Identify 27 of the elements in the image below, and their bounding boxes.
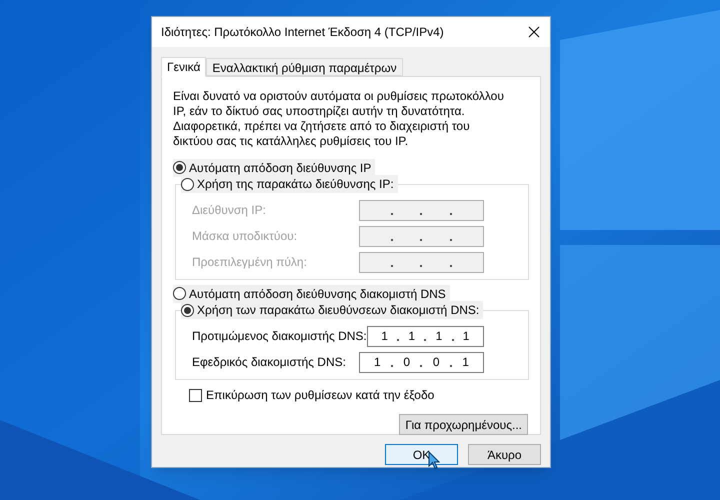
window-title: Ιδιότητες: Πρωτόκολλο Internet Έκδοση 4 (TCP/IPv4)	[161, 24, 444, 41]
radio-label: Χρήση της παρακάτω διεύθυνσης IP:	[197, 176, 394, 193]
field-label: Μάσκα υποδικτύου:	[192, 228, 298, 245]
checkbox-label: Επικύρωση των ρυθμίσεων κατά την έξοδο	[206, 387, 434, 404]
radio-button[interactable]	[173, 161, 186, 174]
ip-address-field[interactable]: 1 1 1 1	[366, 326, 484, 346]
ip-address-field[interactable]	[359, 226, 484, 246]
ip-address-field[interactable]: 1 0 0 1	[359, 352, 484, 372]
ip-address-field[interactable]	[359, 200, 484, 220]
radio-button[interactable]	[173, 287, 186, 300]
radio-label: Αυτόματη απόδοση διεύθυνσης διακομιστή DNS	[189, 286, 446, 302]
checkbox[interactable]	[189, 388, 202, 402]
radio-label: Χρήση των παρακάτω διευθύνσεων διακομιστή DNS:	[197, 302, 480, 319]
mouse-cursor-icon	[428, 451, 440, 470]
field-label: Προτιμώμενος διακομιστής DNS:	[192, 328, 367, 345]
intro-text: Είναι δυνατό να οριστούν αυτόματα οι ρυθμίσεις πρωτοκόλλου IP, εάν το δίκτυό σας υποστηρίζει αυτήν τη δυνατότητα. Διαφορετικά, πρέπει να ζητήσετε από το διαχειριστή του δικτύου σας τις κατάλληλες ρυθμίσεις του IP.	[173, 89, 505, 149]
dialog-button[interactable]: Άκυρο	[468, 444, 541, 465]
radio-button[interactable]	[181, 178, 194, 190]
field-label: Προεπιλεγμένη πύλη:	[192, 254, 307, 271]
radio-label: Αυτόματη απόδοση διεύθυνσης IP	[189, 160, 372, 176]
advanced-button[interactable]: Για προχωρημένους...	[399, 414, 528, 435]
tab[interactable]: Εναλλακτική ρύθμιση παραμέτρων	[206, 58, 403, 76]
field-label: Εφεδρικός διακομιστής DNS:	[192, 354, 346, 371]
radio-button[interactable]	[181, 304, 194, 316]
tab[interactable]: Γενικά	[161, 57, 206, 77]
ip-address-field[interactable]	[359, 252, 484, 272]
field-label: Διεύθυνση IP:	[192, 202, 266, 219]
